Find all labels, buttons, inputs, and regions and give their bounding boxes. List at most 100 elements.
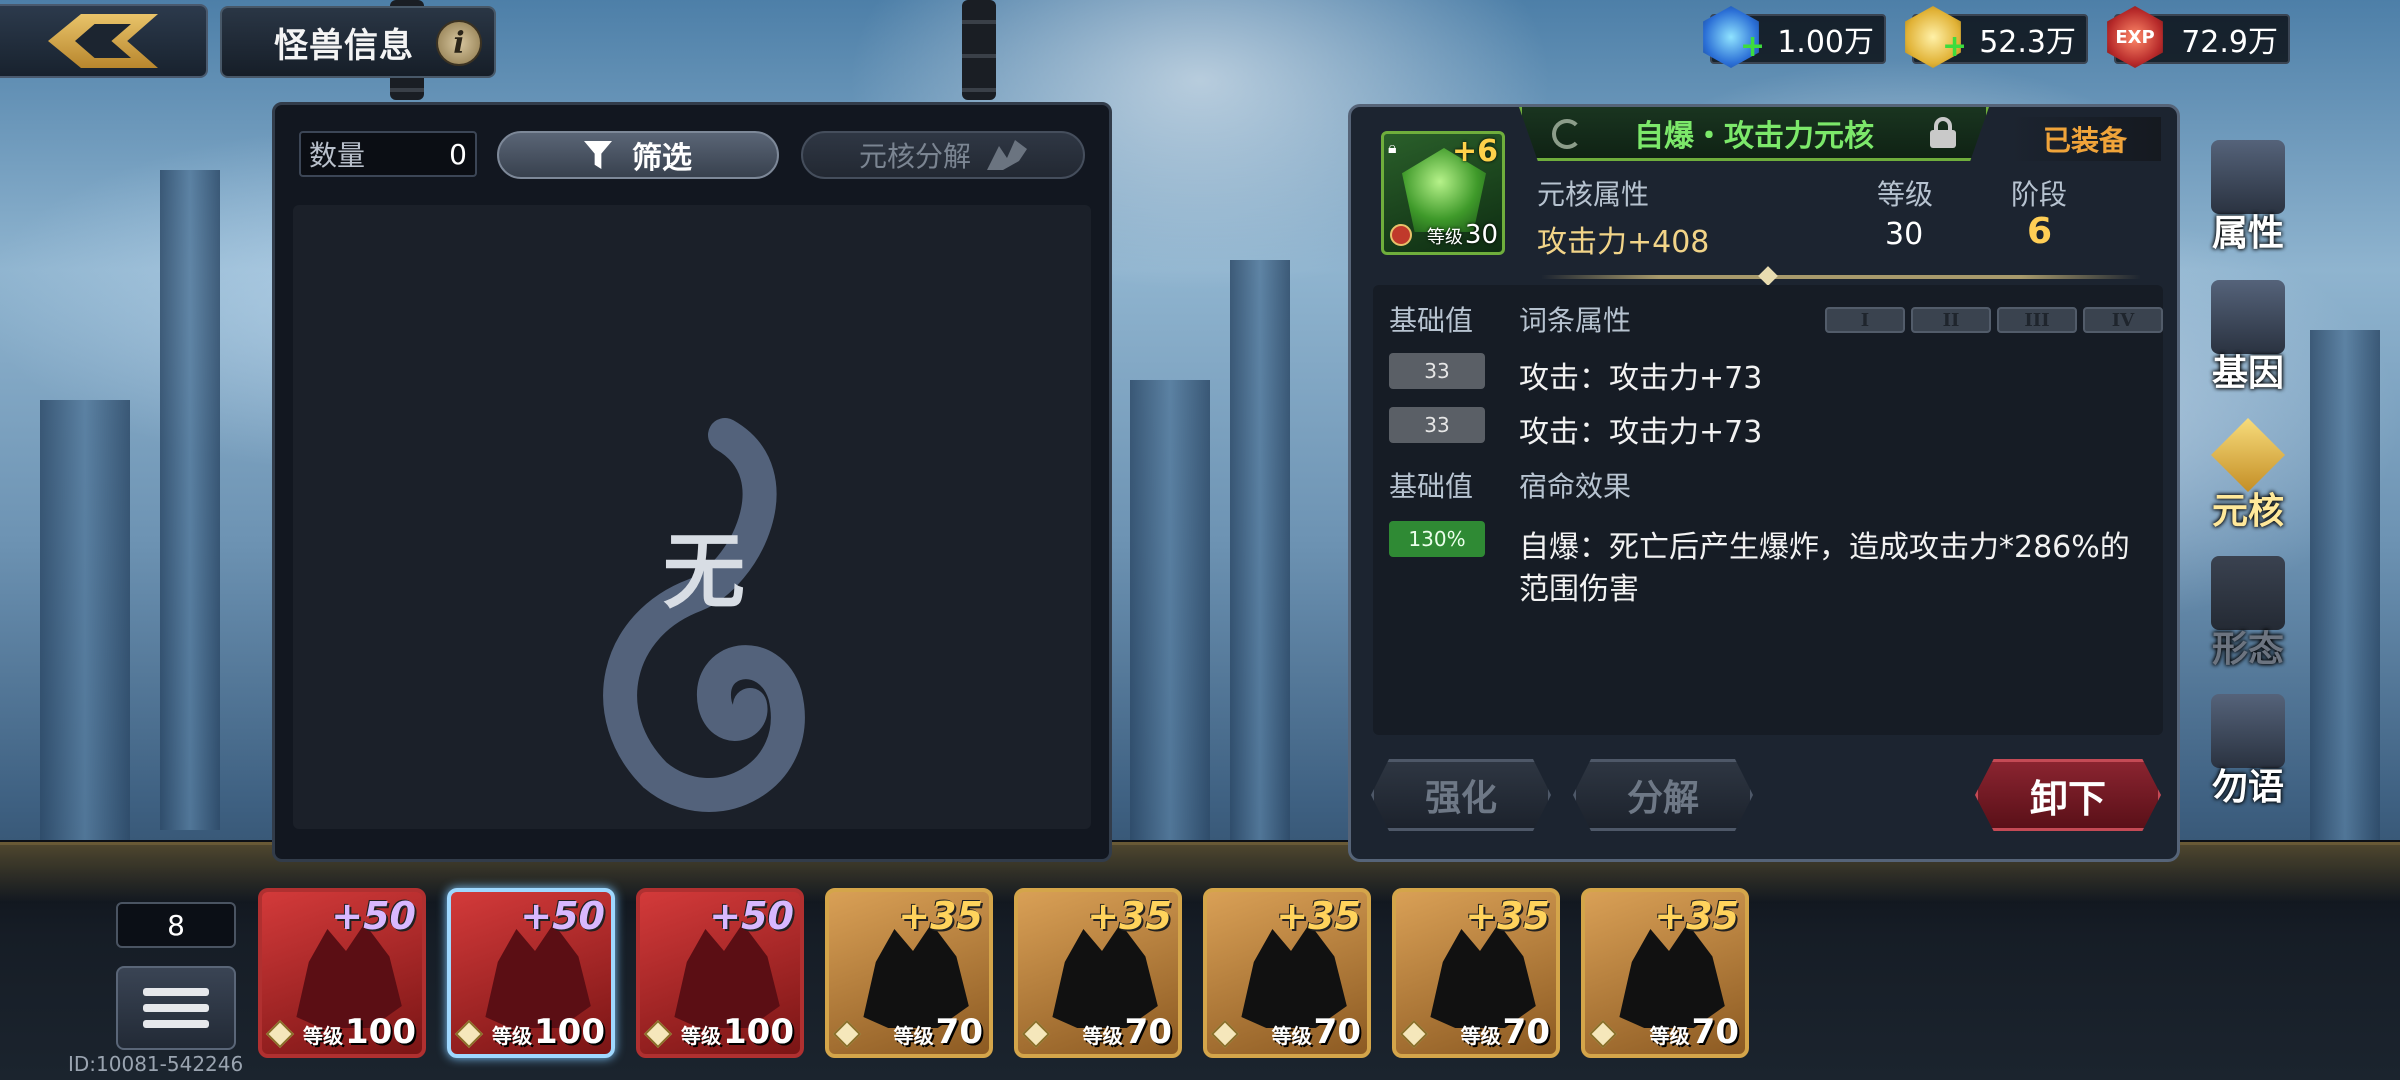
tab-form[interactable]: 形态 (2198, 552, 2298, 672)
affix-text: 攻击：攻击力+73 (1519, 415, 1763, 450)
padlock-icon[interactable] (1930, 117, 1956, 148)
monster-card[interactable]: +35 等级70 (825, 888, 993, 1058)
dna-icon (2211, 280, 2285, 354)
bg-pillar (40, 400, 130, 840)
equipped-badge: 已装备 (2009, 117, 2161, 161)
core-inventory-panel: 数量 0 筛选 元核分解 无 (272, 102, 1112, 862)
affix-base-value: 33 (1389, 353, 1485, 389)
bg-pillar (160, 170, 220, 830)
tier-tab-2[interactable]: II (1911, 307, 1991, 333)
bg-pillar (2310, 330, 2380, 840)
tab-genes[interactable]: 基因 (2198, 276, 2298, 396)
empty-inventory-area: 无 (293, 205, 1091, 829)
add-crystal-icon[interactable]: + (1740, 32, 1765, 62)
fate-base-value: 130% (1389, 521, 1485, 557)
fate-effect-text: 自爆：死亡后产生爆炸，造成攻击力*286%的范围伤害 (1519, 530, 2130, 607)
core-attr-value: 攻击力+408 (1537, 225, 1710, 260)
monster-level: 等级70 (893, 1012, 983, 1052)
monster-card[interactable]: +50 等级100 (636, 888, 804, 1058)
core-level: 等级30 (1426, 220, 1498, 250)
divider (1541, 275, 2141, 279)
core-attr-header: 元核属性 (1537, 178, 1650, 211)
shatter-icon (987, 140, 1027, 170)
list-icon (143, 988, 209, 996)
monster-plus: +35 (898, 894, 983, 938)
monster-level: 等级70 (1460, 1012, 1550, 1052)
monster-plus: +50 (520, 894, 605, 938)
core-name-banner: 自爆・攻击力元核 (1519, 107, 1989, 161)
fate-effect-label: 宿命效果 (1519, 470, 1632, 503)
quantity-value: 0 (449, 137, 467, 171)
monster-card[interactable]: +35 等级70 (1203, 888, 1371, 1058)
bg-pillar (1130, 380, 1210, 840)
monster-card[interactable]: +50 等级100 (447, 888, 615, 1058)
decompose-button[interactable]: 分解 (1573, 759, 1753, 831)
core-item-icon[interactable]: 🔒︎ +6 等级30 (1381, 131, 1505, 255)
tier-tab-1[interactable]: I (1825, 307, 1905, 333)
tab-core[interactable]: 元核 (2198, 414, 2298, 534)
back-arrow-icon (48, 14, 158, 68)
core-detail-panel: 🔒︎ +6 等级30 自爆・攻击力元核 已装备 元核属性 等级 阶段 攻击力+4… (1348, 104, 2180, 862)
rank-diamond-icon (1588, 1019, 1618, 1049)
affix-box: 基础值 词条属性 I II III IV 33 攻击：攻击力+73 33 攻击：… (1373, 285, 2163, 735)
player-id: ID:10081-542246 (68, 1052, 244, 1076)
tier-tab-4[interactable]: IV (2083, 307, 2163, 333)
back-button[interactable] (0, 4, 208, 78)
monster-plus: +35 (1654, 894, 1739, 938)
small-lock-icon: 🔒︎ (1388, 138, 1397, 157)
rank-diamond-icon (643, 1019, 673, 1049)
tier-tab-3[interactable]: III (1997, 307, 2077, 333)
fate-base-label: 基础值 (1389, 470, 1474, 503)
monster-card[interactable]: +35 等级70 (1014, 888, 1182, 1058)
tier-tabs: I II III IV (1825, 307, 2163, 333)
chain (962, 0, 996, 100)
monster-plus: +50 (331, 894, 416, 938)
currency-exp-value: 72.9万 (2181, 25, 2278, 60)
monster-level: 等级100 (303, 1012, 416, 1052)
unequip-button[interactable]: 卸下 (1975, 759, 2161, 831)
title-plate: 怪兽信息 i (220, 6, 496, 78)
affix-attr-label: 词条属性 (1519, 304, 1632, 337)
list-button[interactable] (116, 966, 236, 1050)
monster-card[interactable]: +35 等级70 (1581, 888, 1749, 1058)
monster-plus: +50 (709, 894, 794, 938)
funnel-icon (584, 141, 612, 169)
monster-plus: +35 (1465, 894, 1550, 938)
bg-pillar (1230, 260, 1290, 840)
core-stage-value: 6 (2027, 211, 2053, 252)
monster-card[interactable]: +35 等级70 (1392, 888, 1560, 1058)
empty-text: 无 (663, 525, 746, 620)
exp-label: EXP (2115, 26, 2155, 48)
monster-level: 等级70 (1082, 1012, 1172, 1052)
core-diamond-icon (2211, 418, 2285, 492)
enhance-button[interactable]: 强化 (1371, 759, 1551, 831)
mask-icon (2211, 140, 2285, 214)
rank-diamond-icon (1021, 1019, 1051, 1049)
monster-plus: +35 (1087, 894, 1172, 938)
rank-diamond-icon (832, 1019, 862, 1049)
rank-diamond-icon (1399, 1019, 1429, 1049)
filter-label: 筛选 (632, 141, 692, 176)
rank-diamond-icon (265, 1019, 295, 1049)
tab-attributes[interactable]: 属性 (2198, 136, 2298, 256)
tab-whisper[interactable]: 勿语 (2198, 690, 2298, 810)
form-icon (2211, 556, 2285, 630)
core-level-value: 30 (1885, 217, 1924, 252)
affix-text: 攻击：攻击力+73 (1519, 361, 1763, 396)
core-decompose-button[interactable]: 元核分解 (801, 131, 1085, 179)
monster-level: 等级100 (681, 1012, 794, 1052)
stage-header: 阶段 (2011, 178, 2068, 211)
monster-plus: +35 (1276, 894, 1361, 938)
monster-card[interactable]: +50 等级100 (258, 888, 426, 1058)
level-header: 等级 (1877, 178, 1934, 211)
page-title: 怪兽信息 (274, 25, 414, 66)
core-name: 自爆・攻击力元核 (1634, 118, 1874, 154)
add-gold-icon[interactable]: + (1942, 32, 1967, 62)
currency-crystal-value: 1.00万 (1777, 25, 1874, 60)
quantity-label: 数量 (309, 139, 366, 172)
filter-button[interactable]: 筛选 (497, 131, 779, 179)
core-decompose-label: 元核分解 (858, 140, 971, 173)
refresh-icon[interactable] (1552, 119, 1582, 149)
currency-gold-value: 52.3万 (1979, 25, 2076, 60)
info-icon[interactable]: i (436, 20, 482, 66)
